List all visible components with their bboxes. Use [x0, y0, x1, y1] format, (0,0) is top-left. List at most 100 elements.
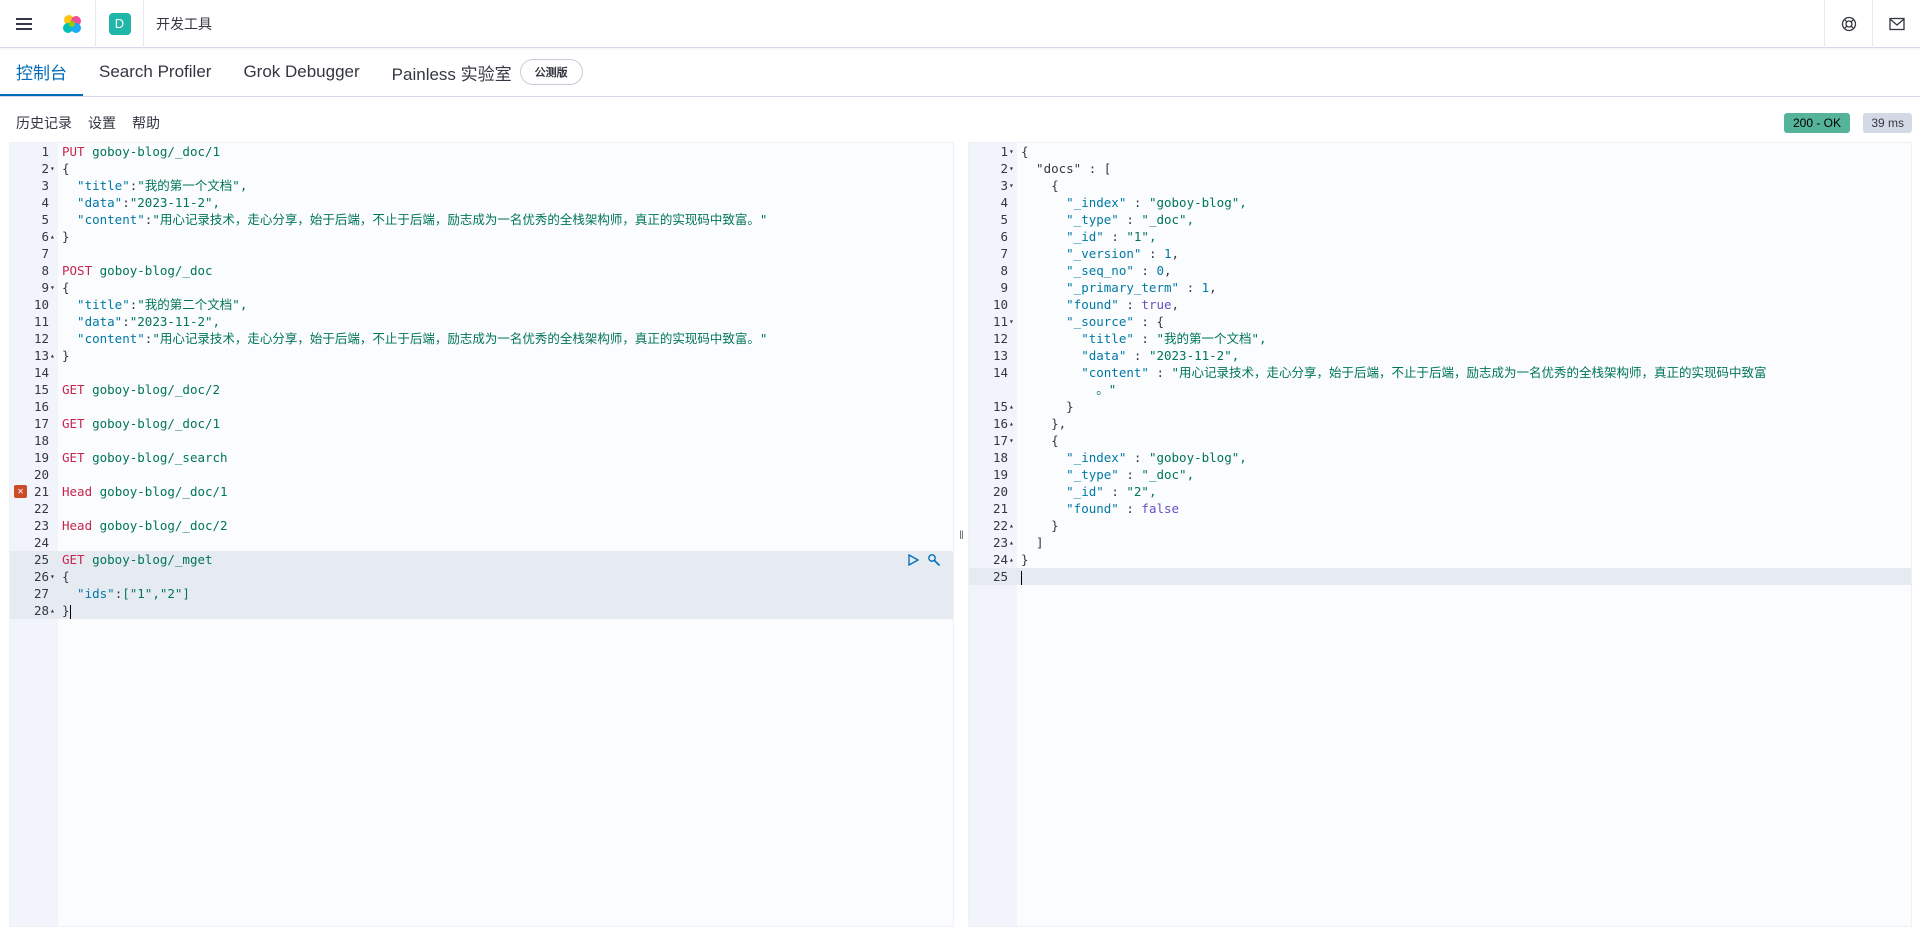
request-line: 23 Head goboy-blog/_doc/2 [10, 517, 953, 534]
code-text: { [1021, 177, 1059, 194]
json-punct: "docs" : [ [1021, 161, 1112, 176]
home-logo-button[interactable] [48, 0, 96, 48]
code-text: "title":"我的第二个文档", [62, 296, 247, 313]
response-editor[interactable]: 1 ▾{2 ▾ "docs" : [3 ▾ {4 "_index" : "goboy-… [968, 142, 1912, 927]
line-number: 22 [33, 501, 49, 516]
line-number: 15 [992, 399, 1008, 414]
json-separator: : [1133, 263, 1157, 278]
code-text: "_type" : "_doc", [1021, 211, 1194, 228]
fold-toggle-icon: ▴ [50, 351, 55, 360]
line-number: 13 [992, 348, 1008, 363]
line-number: 12 [992, 331, 1008, 346]
line-number: 7 [41, 246, 49, 261]
request-editor[interactable]: 1 PUT goboy-blog/_doc/1 2 ▾{3 "title":"我的第一… [9, 142, 954, 927]
request-line: 9 ▾ { [10, 279, 953, 296]
request-line: 4 "data":"2023-11-2", [10, 194, 953, 211]
request-line: ✕ 21 Head goboy-blog/_doc/1 [10, 483, 953, 500]
fold-toggle-icon: ▾ [50, 572, 55, 581]
menu-button[interactable] [0, 0, 48, 48]
code-text: { [62, 279, 70, 296]
json-key: "data" [62, 195, 123, 210]
json-key: "_source" [1021, 314, 1134, 329]
code-text: "content":"用心记录技术，走心分享，始于后端，不止于后端，励志成为一名… [62, 330, 767, 347]
code-text: "title" : "我的第一个文档", [1021, 330, 1267, 347]
space-selector[interactable]: D [96, 0, 144, 48]
line-number: 2 [41, 161, 49, 176]
code-text: { [62, 160, 70, 177]
response-line: 3 ▾ { [969, 177, 1911, 194]
json-key: "_seq_no" [1021, 263, 1134, 278]
wrench-icon[interactable] [927, 553, 941, 567]
request-line: 22 [10, 500, 953, 517]
line-number: 16 [33, 399, 49, 414]
code-text: POST goboy-blog/_doc [62, 262, 213, 279]
request-line: 28 ▴} [10, 602, 953, 619]
tab-grok-debugger[interactable]: Grok Debugger [227, 48, 375, 96]
help-link[interactable]: 帮助 [132, 113, 160, 133]
code-text: } [62, 228, 70, 245]
line-number: 19 [33, 450, 49, 465]
json-key: "content" [62, 212, 145, 227]
json-key: "content" [62, 331, 145, 346]
request-line: 14 [10, 364, 953, 381]
json-separator: : [1126, 348, 1149, 363]
request-actions [907, 551, 941, 568]
response-line: 18 "_index" : "goboy-blog", [969, 449, 1911, 466]
history-link[interactable]: 历史记录 [16, 113, 72, 133]
request-url: goboy-blog/_doc/2 [99, 518, 228, 533]
code-text: GET goboy-blog/_doc/2 [62, 381, 220, 398]
json-punct: { [1021, 178, 1059, 193]
line-number: 12 [33, 331, 49, 346]
code-text: { [1021, 143, 1029, 160]
settings-link[interactable]: 设置 [88, 113, 116, 133]
response-line: 13 "data" : "2023-11-2", [969, 347, 1911, 364]
tab-console[interactable]: 控制台 [0, 48, 83, 96]
help-button[interactable] [1824, 0, 1872, 48]
tab-painless-lab[interactable]: Painless 实验室 公测版 [376, 48, 583, 96]
tab-search-profiler[interactable]: Search Profiler [83, 48, 227, 96]
line-number: 19 [992, 467, 1008, 482]
json-punct: } [62, 229, 70, 244]
json-boolean: true [1141, 297, 1172, 312]
request-line: 12 "content":"用心记录技术，走心分享，始于后端，不止于后端，励志成… [10, 330, 953, 347]
mail-icon [1888, 17, 1905, 30]
json-separator: : [1126, 450, 1149, 465]
fold-toggle-icon: ▴ [1009, 419, 1014, 428]
line-number: 8 [41, 263, 49, 278]
code-text: "title":"我的第一个文档", [62, 177, 247, 194]
request-url: goboy-blog/_doc/1 [92, 416, 221, 431]
json-key: "_index" [1021, 450, 1127, 465]
devtools-tabs: 控制台 Search Profiler Grok Debugger Painle… [0, 49, 1920, 97]
request-line: 17 GET goboy-blog/_doc/1 [10, 415, 953, 432]
play-icon[interactable] [907, 553, 919, 566]
line-number: 6 [1000, 229, 1008, 244]
json-value: ["1","2"] [122, 586, 190, 601]
json-punct: } [1021, 518, 1059, 533]
code-text: GET goboy-blog/_doc/1 [62, 415, 220, 432]
request-line: 26 ▾ { [10, 568, 953, 585]
space-avatar: D [108, 12, 131, 35]
json-value: "用心记录技术，走心分享，始于后端，不止于后端，励志成为一名优秀的全栈架构师，真… [1171, 365, 1767, 380]
console-menu: 历史记录 设置 帮助 [0, 110, 1920, 136]
line-number: 11 [992, 314, 1008, 329]
response-line: 7 "_version" : 1, [969, 245, 1911, 262]
json-value: "_doc", [1141, 212, 1195, 227]
json-value: "我的第一个文档", [1156, 331, 1267, 346]
json-key: "title" [1021, 331, 1134, 346]
code-text: "_type" : "_doc", [1021, 466, 1194, 483]
fold-toggle-icon: ▴ [1009, 402, 1014, 411]
response-line: 15 ▴ } [969, 398, 1911, 415]
request-line: 19 GET goboy-blog/_search [10, 449, 953, 466]
status-badge: 200 - OK [1783, 113, 1850, 133]
json-key: "_type" [1021, 212, 1119, 227]
news-button[interactable] [1872, 0, 1920, 48]
code-text: } [62, 602, 71, 619]
json-punct: : { [1133, 314, 1164, 329]
code-text: GET goboy-blog/_mget [62, 551, 213, 568]
code-text: "ids":["1","2"] [62, 585, 190, 602]
code-text: ] [1021, 534, 1044, 551]
pane-resizer[interactable]: ‖ [955, 142, 968, 927]
json-punct: { [62, 569, 70, 584]
